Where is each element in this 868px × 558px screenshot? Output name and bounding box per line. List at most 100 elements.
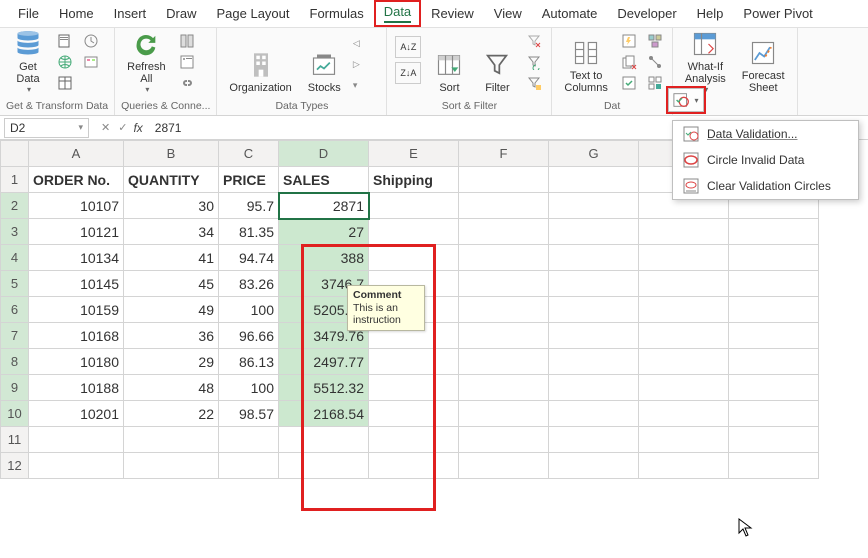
edit-links-button[interactable] xyxy=(176,74,198,92)
col-header-F[interactable]: F xyxy=(459,141,549,167)
cell-A3[interactable]: 10121 xyxy=(29,219,124,245)
cell-E1[interactable]: Shipping xyxy=(369,167,459,193)
cell-A5[interactable]: 10145 xyxy=(29,271,124,297)
cell-C3[interactable]: 81.35 xyxy=(219,219,279,245)
cell-D10[interactable]: 2168.54 xyxy=(279,401,369,427)
cell-G5[interactable] xyxy=(549,271,639,297)
cell-B10[interactable]: 22 xyxy=(124,401,219,427)
row-header-11[interactable]: 11 xyxy=(1,427,29,453)
cell-B2[interactable]: 30 xyxy=(124,193,219,219)
filter-button[interactable]: Filter xyxy=(475,32,519,96)
tab-insert[interactable]: Insert xyxy=(104,2,157,25)
properties-button[interactable] xyxy=(176,53,198,71)
cell-F5[interactable] xyxy=(459,271,549,297)
cell-G8[interactable] xyxy=(549,349,639,375)
get-data-button[interactable]: Get Data xyxy=(6,32,50,96)
cell-F8[interactable] xyxy=(459,349,549,375)
consolidate-button[interactable] xyxy=(644,32,666,50)
clear-filter-button[interactable] xyxy=(523,32,545,50)
cell-E8[interactable] xyxy=(369,349,459,375)
cell-C7[interactable]: 96.66 xyxy=(219,323,279,349)
name-box[interactable]: D2 xyxy=(4,118,89,138)
cell-B3[interactable]: 34 xyxy=(124,219,219,245)
cell-E11[interactable] xyxy=(369,427,459,453)
cell-F9[interactable] xyxy=(459,375,549,401)
cell-I8[interactable] xyxy=(729,349,819,375)
cell-D11[interactable] xyxy=(279,427,369,453)
cell-E10[interactable] xyxy=(369,401,459,427)
col-header-D[interactable]: D xyxy=(279,141,369,167)
organization-button[interactable]: Organization xyxy=(223,32,297,96)
cell-D2[interactable]: 2871 xyxy=(279,193,369,219)
tab-file[interactable]: File xyxy=(8,2,49,25)
cell-F11[interactable] xyxy=(459,427,549,453)
cell-B5[interactable]: 45 xyxy=(124,271,219,297)
cell-I3[interactable] xyxy=(729,219,819,245)
cell-G12[interactable] xyxy=(549,453,639,479)
cell-B8[interactable]: 29 xyxy=(124,349,219,375)
cell-B11[interactable] xyxy=(124,427,219,453)
cell-H7[interactable] xyxy=(639,323,729,349)
cell-G11[interactable] xyxy=(549,427,639,453)
cell-D3[interactable]: 27 xyxy=(279,219,369,245)
data-type-prev-icon[interactable]: ◁ xyxy=(353,38,360,49)
cell-H11[interactable] xyxy=(639,427,729,453)
row-header-1[interactable]: 1 xyxy=(1,167,29,193)
cell-G1[interactable] xyxy=(549,167,639,193)
row-header-2[interactable]: 2 xyxy=(1,193,29,219)
row-header-5[interactable]: 5 xyxy=(1,271,29,297)
from-text-csv-button[interactable] xyxy=(54,32,76,50)
cell-E3[interactable] xyxy=(369,219,459,245)
cell-D9[interactable]: 5512.32 xyxy=(279,375,369,401)
cell-D4[interactable]: 388 xyxy=(279,245,369,271)
tab-review[interactable]: Review xyxy=(421,2,484,25)
cell-G6[interactable] xyxy=(549,297,639,323)
data-validation-button[interactable] xyxy=(618,74,640,92)
cell-F3[interactable] xyxy=(459,219,549,245)
row-header-4[interactable]: 4 xyxy=(1,245,29,271)
cell-E9[interactable] xyxy=(369,375,459,401)
cell-A11[interactable] xyxy=(29,427,124,453)
cell-A1[interactable]: ORDER No. xyxy=(29,167,124,193)
recent-sources-button[interactable] xyxy=(80,32,102,50)
sort-button[interactable]: Sort xyxy=(427,32,471,96)
relationships-button[interactable] xyxy=(644,53,666,71)
cell-A12[interactable] xyxy=(29,453,124,479)
tab-help[interactable]: Help xyxy=(687,2,734,25)
tab-power-pivot[interactable]: Power Pivot xyxy=(733,2,822,25)
cell-C12[interactable] xyxy=(219,453,279,479)
fx-icon[interactable]: fx xyxy=(133,121,142,135)
data-type-expand-icon[interactable]: ▾ xyxy=(353,80,360,91)
cell-I7[interactable] xyxy=(729,323,819,349)
cell-D1[interactable]: SALES xyxy=(279,167,369,193)
sort-az-button[interactable]: A↓Z xyxy=(395,36,421,58)
cell-B7[interactable]: 36 xyxy=(124,323,219,349)
cell-A2[interactable]: 10107 xyxy=(29,193,124,219)
sort-za-button[interactable]: Z↓A xyxy=(395,62,421,84)
queries-connections-button[interactable] xyxy=(176,32,198,50)
what-if-analysis-button[interactable]: What-If Analysis xyxy=(679,32,732,96)
row-header-10[interactable]: 10 xyxy=(1,401,29,427)
cell-C10[interactable]: 98.57 xyxy=(219,401,279,427)
cell-I5[interactable] xyxy=(729,271,819,297)
cell-D8[interactable]: 2497.77 xyxy=(279,349,369,375)
cell-C5[interactable]: 83.26 xyxy=(219,271,279,297)
cell-A4[interactable]: 10134 xyxy=(29,245,124,271)
cell-A6[interactable]: 10159 xyxy=(29,297,124,323)
row-header-12[interactable]: 12 xyxy=(1,453,29,479)
tab-home[interactable]: Home xyxy=(49,2,104,25)
cell-H5[interactable] xyxy=(639,271,729,297)
col-header-B[interactable]: B xyxy=(124,141,219,167)
menu-item-clear-circles[interactable]: Clear Validation Circles xyxy=(673,173,858,199)
cell-H6[interactable] xyxy=(639,297,729,323)
cell-I4[interactable] xyxy=(729,245,819,271)
cell-A8[interactable]: 10180 xyxy=(29,349,124,375)
flash-fill-button[interactable] xyxy=(618,32,640,50)
cell-E2[interactable] xyxy=(369,193,459,219)
cell-A10[interactable]: 10201 xyxy=(29,401,124,427)
cell-G7[interactable] xyxy=(549,323,639,349)
from-web-button[interactable] xyxy=(54,53,76,71)
cell-G9[interactable] xyxy=(549,375,639,401)
from-table-button[interactable] xyxy=(54,74,76,92)
cell-H4[interactable] xyxy=(639,245,729,271)
